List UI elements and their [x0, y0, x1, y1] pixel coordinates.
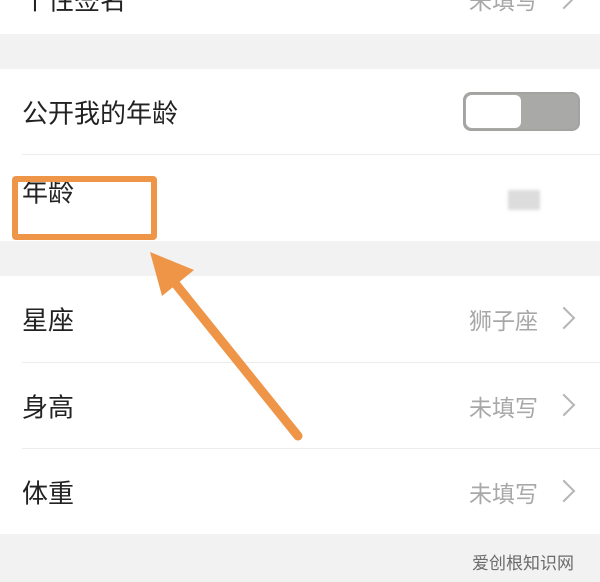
annotation-arrow [150, 252, 303, 441]
watermark: 爱创根知识网 [472, 554, 574, 574]
